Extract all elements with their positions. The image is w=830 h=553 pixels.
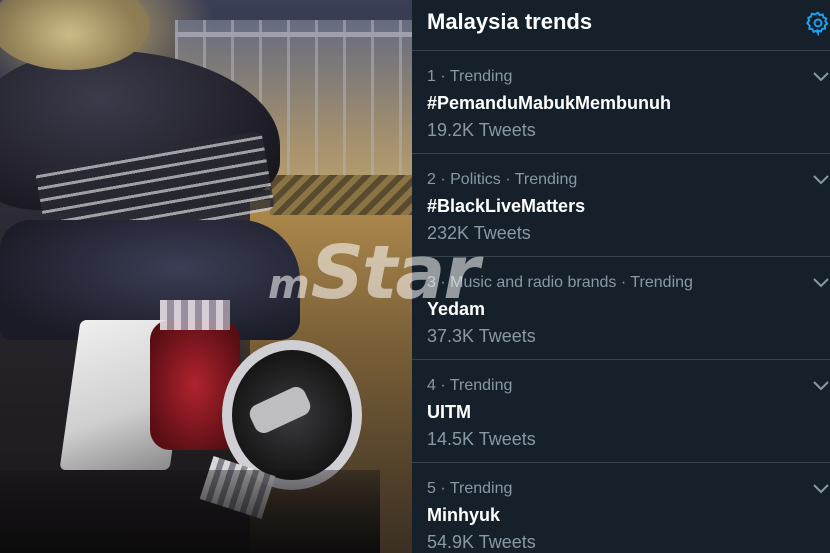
trend-tweet-count: 54.9K Tweets (427, 532, 536, 552)
trend-tweet-count: 14.5K Tweets (427, 429, 536, 449)
trend-meta: 1 · Trending (427, 68, 513, 85)
trend-item[interactable]: 5 · Trending Minhyuk 54.9K Tweets (412, 463, 830, 553)
trend-item[interactable]: 2 · Politics · Trending #BlackLiveMatter… (412, 154, 830, 257)
chevron-down-icon[interactable] (812, 173, 830, 187)
trend-tweet-count: 19.2K Tweets (427, 120, 536, 140)
photo-shadow (0, 470, 380, 553)
trend-meta: 4 · Trending (427, 377, 513, 394)
trends-panel: Malaysia trends 1 · Trending #PemanduMab… (412, 0, 830, 553)
blurred-plate (160, 300, 230, 330)
trend-meta: 3 · Music and radio brands · Trending (427, 274, 693, 291)
gear-icon[interactable] (805, 10, 830, 37)
trend-item[interactable]: 4 · Trending UITM 14.5K Tweets (412, 360, 830, 463)
trend-item[interactable]: 1 · Trending #PemanduMabukMembunuh 19.2K… (412, 51, 830, 154)
trend-name[interactable]: #BlackLiveMatters (427, 196, 585, 217)
trend-item[interactable]: 3 · Music and radio brands · Trending Ye… (412, 257, 830, 360)
chevron-down-icon[interactable] (812, 482, 830, 496)
trend-meta: 5 · Trending (427, 480, 513, 497)
trend-meta: 2 · Politics · Trending (427, 171, 578, 188)
chevron-down-icon[interactable] (812, 70, 830, 84)
trends-title: Malaysia trends (427, 9, 593, 34)
chevron-down-icon[interactable] (812, 379, 830, 393)
trend-name[interactable]: Yedam (427, 299, 485, 320)
trends-header: Malaysia trends (412, 0, 830, 51)
fence-rail (175, 32, 412, 37)
curb (270, 175, 412, 215)
trend-name[interactable]: #PemanduMabukMembunuh (427, 93, 671, 114)
trend-name[interactable]: UITM (427, 402, 471, 423)
trend-tweet-count: 232K Tweets (427, 223, 531, 243)
trend-tweet-count: 37.3K Tweets (427, 326, 536, 346)
chevron-down-icon[interactable] (812, 276, 830, 290)
trend-name[interactable]: Minhyuk (427, 505, 500, 526)
accident-photo (0, 0, 412, 553)
